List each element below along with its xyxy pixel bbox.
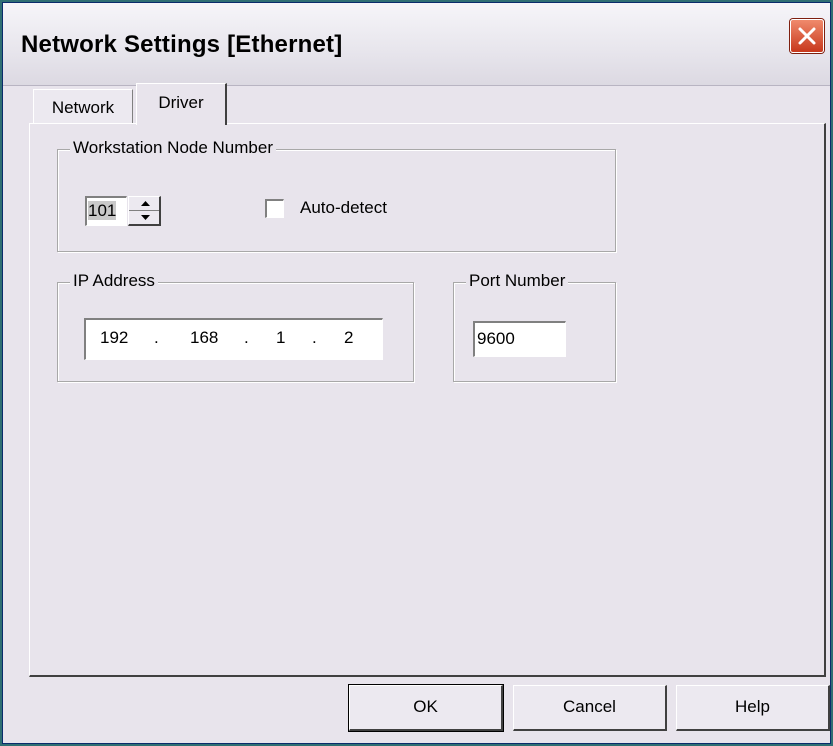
auto-detect-label[interactable]: Auto-detect [300, 198, 387, 218]
node-number-input[interactable]: 101 [85, 196, 127, 226]
cancel-button[interactable]: Cancel [513, 685, 667, 731]
ok-button[interactable]: OK [348, 684, 504, 732]
port-number-value: 9600 [477, 329, 515, 348]
ip-separator: . [312, 328, 317, 347]
ip-address-input[interactable]: 192 . 168 . 1 . 2 [84, 318, 383, 360]
ip-octet-4[interactable]: 2 [344, 328, 353, 348]
ip-separator: . [244, 328, 249, 347]
workstation-node-legend: Workstation Node Number [70, 138, 276, 158]
tab-driver-label: Driver [158, 93, 204, 112]
spin-up-button[interactable] [129, 197, 159, 211]
help-button[interactable]: Help [676, 685, 830, 731]
port-number-legend: Port Number [466, 271, 569, 291]
ip-address-legend: IP Address [70, 271, 158, 291]
ip-octet-2[interactable]: 168 [190, 328, 218, 348]
tab-network[interactable]: Network [33, 89, 133, 123]
ip-octet-3[interactable]: 1 [276, 328, 285, 348]
auto-detect-checkbox[interactable] [265, 199, 284, 218]
spin-down-button[interactable] [129, 211, 159, 225]
arrow-down-icon [141, 214, 150, 220]
ip-separator: . [154, 328, 159, 347]
title-bar: Network Settings [Ethernet] [3, 3, 830, 86]
node-number-spinner[interactable] [128, 196, 161, 226]
tab-network-label: Network [51, 98, 115, 117]
network-settings-dialog: Network Settings [Ethernet] Network Driv… [2, 2, 831, 744]
port-number-input[interactable]: 9600 [473, 321, 566, 357]
tab-driver[interactable]: Driver [136, 83, 227, 125]
ip-octet-1[interactable]: 192 [100, 328, 128, 348]
arrow-up-icon [141, 201, 150, 206]
close-button[interactable] [790, 19, 824, 53]
window-title: Network Settings [Ethernet] [21, 31, 343, 58]
close-icon [798, 27, 816, 45]
node-number-value: 101 [88, 201, 117, 220]
